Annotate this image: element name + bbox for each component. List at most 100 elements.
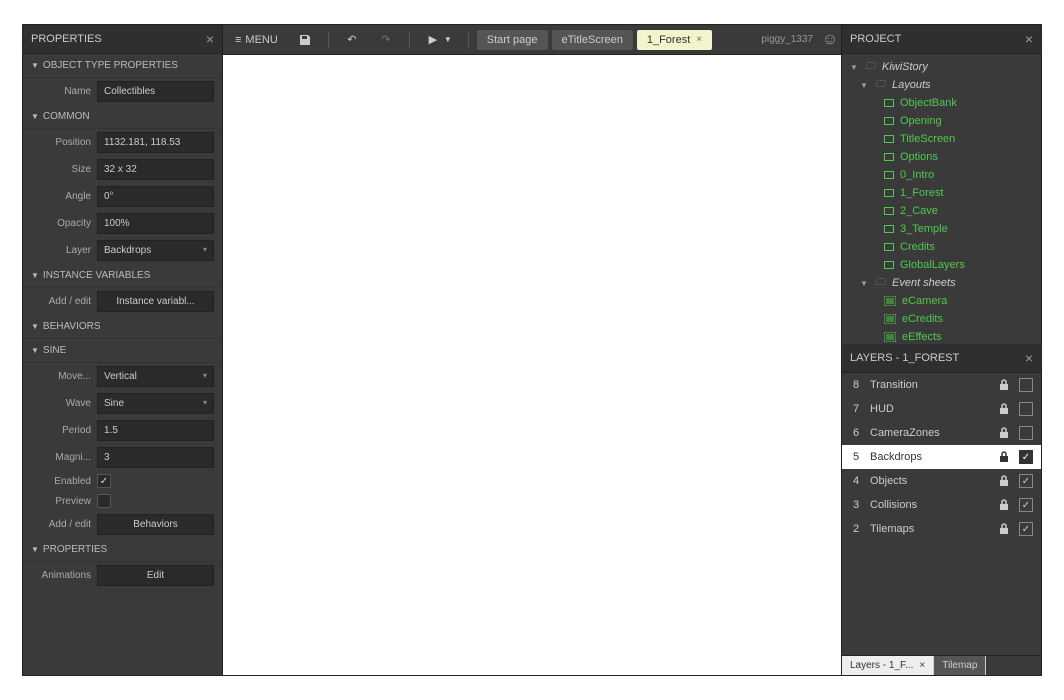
layer-row[interactable]: 7HUD (842, 397, 1041, 421)
tree-layout-item[interactable]: 3_Temple (842, 220, 1041, 238)
layers-panel-header: LAYERS - 1_FOREST × (842, 344, 1041, 373)
section-instance-vars[interactable]: ▼ INSTANCE VARIABLES (23, 264, 222, 288)
separator (409, 31, 410, 49)
undo-icon: ↶ (345, 33, 359, 47)
close-icon[interactable]: × (696, 34, 702, 45)
close-icon[interactable]: × (206, 31, 214, 47)
section-common[interactable]: ▼ COMMON (23, 105, 222, 129)
layer-row[interactable]: 4Objects✓ (842, 469, 1041, 493)
opacity-input[interactable]: 100% (97, 213, 214, 234)
eventsheet-icon (884, 314, 896, 324)
tab-start-page[interactable]: Start page (477, 30, 548, 50)
tab-1-forest[interactable]: 1_Forest × (637, 30, 712, 50)
tree-layout-item[interactable]: TitleScreen (842, 130, 1041, 148)
tree-layout-item[interactable]: ObjectBank (842, 94, 1041, 112)
save-button[interactable] (290, 29, 320, 51)
tree-root-folder[interactable]: ▼ 🗀 KiwiStory (842, 58, 1041, 76)
tree-layout-item[interactable]: 0_Intro (842, 166, 1041, 184)
visibility-checkbox[interactable] (1019, 426, 1033, 440)
tree-eventsheet-item[interactable]: eCredits (842, 310, 1041, 328)
layout-icon (884, 243, 894, 251)
layer-number: 4 (850, 475, 862, 487)
close-icon[interactable]: × (1025, 31, 1033, 47)
lock-icon[interactable] (999, 499, 1011, 511)
tree-layout-item[interactable]: Options (842, 148, 1041, 166)
visibility-checkbox[interactable]: ✓ (1019, 450, 1033, 464)
visibility-checkbox[interactable]: ✓ (1019, 474, 1033, 488)
tree-eventsheet-item[interactable]: eCamera (842, 292, 1041, 310)
size-input[interactable]: 32 x 32 (97, 159, 214, 180)
section-object-type[interactable]: ▼ OBJECT TYPE PROPERTIES (23, 54, 222, 78)
layer-row[interactable]: 6CameraZones (842, 421, 1041, 445)
layout-icon (884, 135, 894, 143)
tree-eventsheet-item[interactable]: eEffects (842, 328, 1041, 344)
wave-select[interactable]: Sine (97, 393, 214, 414)
tree-layout-item[interactable]: 1_Forest (842, 184, 1041, 202)
caret-icon: ▼ (31, 271, 39, 280)
redo-icon: ↷ (379, 33, 393, 47)
tree-eventsheets-folder[interactable]: ▼ 🗀 Event sheets (842, 274, 1041, 292)
name-input[interactable]: Collectibles (97, 81, 214, 102)
period-input[interactable]: 1.5 (97, 420, 214, 441)
visibility-checkbox[interactable] (1019, 378, 1033, 392)
project-panel-title: PROJECT (850, 33, 901, 45)
lock-icon[interactable] (999, 379, 1011, 391)
section-sine[interactable]: ▼ SINE (23, 339, 222, 363)
preview-checkbox[interactable] (97, 494, 111, 508)
caret-icon: ▼ (31, 61, 39, 70)
lock-icon[interactable] (999, 523, 1011, 535)
layer-row[interactable]: 2Tilemaps✓ (842, 517, 1041, 541)
layers-list[interactable]: 8Transition7HUD6CameraZones5Backdrops✓4O… (842, 373, 1041, 655)
magnitude-input[interactable]: 3 (97, 447, 214, 468)
prop-movement-row: Move... Vertical (23, 363, 222, 390)
tree-layout-item[interactable]: 2_Cave (842, 202, 1041, 220)
user-label: piggy_1337 (761, 34, 813, 45)
layer-select[interactable]: Backdrops (97, 240, 214, 261)
tab-label: Layers - 1_F... (850, 660, 913, 671)
edit-animations-button[interactable]: Edit (97, 565, 214, 586)
section-behaviors[interactable]: ▼ BEHAVIORS (23, 315, 222, 339)
layer-row[interactable]: 8Transition (842, 373, 1041, 397)
redo-button[interactable]: ↷ (371, 29, 401, 51)
tree-layout-item[interactable]: Credits (842, 238, 1041, 256)
layer-row[interactable]: 5Backdrops✓ (842, 445, 1041, 469)
layer-row[interactable]: 3Collisions✓ (842, 493, 1041, 517)
prop-animations-row: Animations Edit (23, 562, 222, 589)
tree-item-label: ObjectBank (900, 97, 957, 109)
behaviors-button[interactable]: Behaviors (97, 514, 214, 535)
movement-select[interactable]: Vertical (97, 366, 214, 387)
undo-button[interactable]: ↶ (337, 29, 367, 51)
user-icon[interactable]: ☺ (823, 33, 837, 47)
visibility-checkbox[interactable] (1019, 402, 1033, 416)
properties-scroll[interactable]: ▼ OBJECT TYPE PROPERTIES Name Collectibl… (23, 54, 222, 675)
tree-layouts-folder[interactable]: ▼ 🗀 Layouts (842, 76, 1041, 94)
visibility-checkbox[interactable]: ✓ (1019, 498, 1033, 512)
layout-canvas[interactable] (223, 55, 841, 675)
tab-label: eTitleScreen (562, 34, 623, 46)
tree-item-label: Options (900, 151, 938, 163)
position-input[interactable]: 1132.181, 118.53 (97, 132, 214, 153)
menu-button[interactable]: ≡ MENU (227, 30, 286, 50)
lock-icon[interactable] (999, 427, 1011, 439)
bottom-tab-layers[interactable]: Layers - 1_F... × (842, 656, 934, 675)
layers-panel-title: LAYERS - 1_FOREST (850, 352, 959, 364)
bottom-tab-tilemap[interactable]: Tilemap (934, 656, 986, 675)
enabled-checkbox[interactable]: ✓ (97, 474, 111, 488)
section-properties2[interactable]: ▼ PROPERTIES (23, 538, 222, 562)
layer-name: HUD (870, 403, 991, 415)
lock-icon[interactable] (999, 403, 1011, 415)
instance-vars-button[interactable]: Instance variabl... (97, 291, 214, 312)
project-tree[interactable]: ▼ 🗀 KiwiStory ▼ 🗀 Layouts ObjectBank Open… (842, 54, 1041, 344)
visibility-checkbox[interactable]: ✓ (1019, 522, 1033, 536)
lock-icon[interactable] (999, 451, 1011, 463)
lock-icon[interactable] (999, 475, 1011, 487)
tab-etitlescreen[interactable]: eTitleScreen (552, 30, 633, 50)
close-icon[interactable]: × (919, 660, 925, 671)
tree-layout-item[interactable]: GlobalLayers (842, 256, 1041, 274)
prop-name-row: Name Collectibles (23, 78, 222, 105)
tree-layout-item[interactable]: Opening (842, 112, 1041, 130)
play-button[interactable]: ▶ ▼ (418, 29, 460, 51)
angle-input[interactable]: 0° (97, 186, 214, 207)
layout-icon (884, 99, 894, 107)
close-icon[interactable]: × (1025, 350, 1033, 366)
